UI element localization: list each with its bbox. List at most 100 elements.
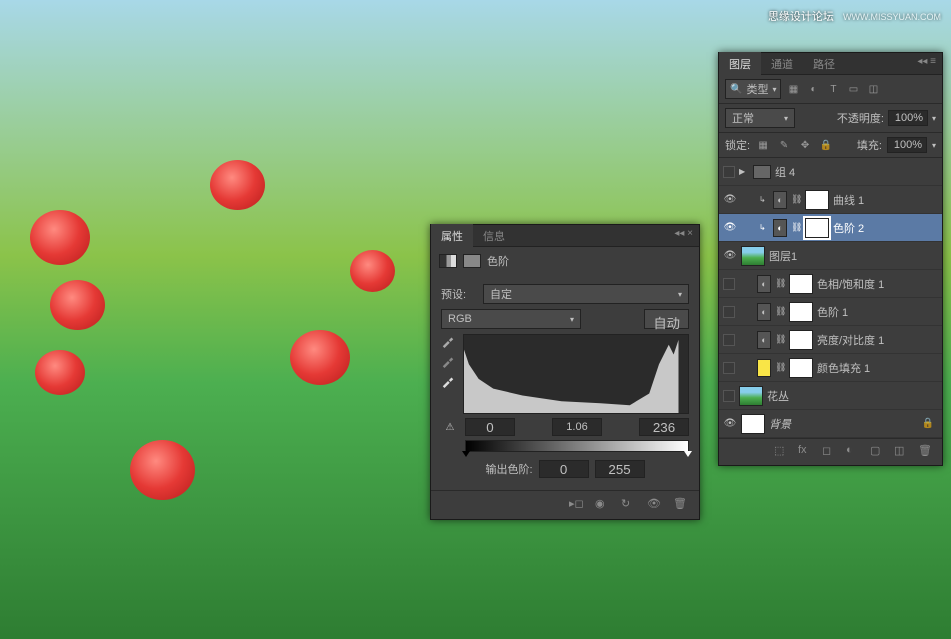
link-icon[interactable]: ⛓ [775, 362, 785, 373]
black-eyedropper-icon[interactable] [441, 334, 457, 350]
rose-decoration [130, 440, 195, 500]
blend-mode-select[interactable]: 正常 ▾ [725, 108, 795, 128]
output-gradient[interactable] [465, 440, 689, 452]
visibility-checkbox[interactable] [723, 166, 735, 178]
auto-button[interactable]: 自动 [644, 309, 689, 329]
gray-eyedropper-icon[interactable] [441, 354, 457, 370]
link-icon[interactable]: ⛓ [791, 222, 801, 233]
visibility-eye-icon[interactable]: 👁 [723, 417, 737, 431]
chevron-down-icon: ▾ [570, 315, 574, 324]
filter-type-icon[interactable]: T [825, 82, 841, 96]
visibility-checkbox[interactable] [723, 306, 735, 318]
new-layer-icon[interactable]: ◫ [894, 444, 910, 460]
visibility-eye-icon[interactable]: 👁 [723, 249, 737, 263]
layer-name[interactable]: 色阶 1 [817, 304, 938, 320]
tab-channels[interactable]: 通道 [761, 52, 803, 76]
link-icon[interactable]: ⛓ [775, 334, 785, 345]
visibility-checkbox[interactable] [723, 334, 735, 346]
filter-shape-icon[interactable]: ▭ [845, 82, 861, 96]
adjustment-header: 色阶 [431, 247, 699, 275]
mask-thumbnail[interactable] [805, 218, 829, 238]
layer-background[interactable]: 👁 背景 🔒 [719, 410, 942, 438]
preset-select[interactable]: 自定 ▾ [483, 284, 689, 304]
layer-name[interactable]: 曲线 1 [833, 192, 938, 208]
delete-layer-icon[interactable]: 🗑 [918, 444, 934, 460]
hue-sat-icon: ◐ [757, 275, 771, 293]
properties-footer: ▸◻ ◉ ↻ 👁 🗑 [431, 490, 699, 519]
layer-fill[interactable]: ⛓ 颜色填充 1 [719, 354, 942, 382]
tab-info[interactable]: 信息 [473, 224, 515, 248]
layer-thumbnail[interactable] [741, 246, 765, 266]
filter-kind-select[interactable]: 🔍 类型 ▾ [725, 79, 781, 99]
layer-adjustment[interactable]: 👁 ↳ ◐ ⛓ 曲线 1 [719, 186, 942, 214]
output-white-field[interactable] [595, 460, 645, 478]
trash-icon[interactable]: 🗑 [673, 497, 689, 513]
layer-adjustment[interactable]: ◐ ⛓ 色阶 1 [719, 298, 942, 326]
tab-paths[interactable]: 路径 [803, 52, 845, 76]
visibility-checkbox[interactable] [723, 390, 735, 402]
mask-thumbnail[interactable] [789, 358, 813, 378]
white-slider-handle[interactable] [684, 451, 692, 457]
input-black-field[interactable] [465, 418, 515, 436]
tab-properties[interactable]: 属性 [431, 224, 473, 248]
layer-image[interactable]: 👁 图层1 [719, 242, 942, 270]
layer-name[interactable]: 色阶 2 [833, 220, 938, 236]
input-white-field[interactable] [639, 418, 689, 436]
filter-adjustment-icon[interactable]: ◐ [805, 82, 821, 96]
add-mask-icon[interactable]: ◻ [822, 444, 838, 460]
filter-smart-icon[interactable]: ◫ [865, 82, 881, 96]
clip-warning-icon[interactable]: ⚠ [441, 422, 459, 433]
histogram[interactable] [463, 334, 689, 414]
new-group-icon[interactable]: ▢ [870, 444, 886, 460]
layer-name[interactable]: 组 4 [775, 164, 938, 180]
visibility-icon[interactable]: 👁 [647, 497, 663, 513]
channel-select[interactable]: RGB ▾ [441, 309, 581, 329]
new-adjustment-icon[interactable]: ◐ [846, 444, 862, 460]
layer-name[interactable]: 背景 [769, 416, 918, 432]
mask-thumbnail[interactable] [789, 330, 813, 350]
tab-layers[interactable]: 图层 [719, 52, 761, 76]
mask-thumbnail[interactable] [789, 274, 813, 294]
panel-menu-icon[interactable]: ◂◂ × [674, 228, 693, 239]
visibility-checkbox[interactable] [723, 278, 735, 290]
link-icon[interactable]: ⛓ [775, 278, 785, 289]
visibility-checkbox[interactable] [723, 362, 735, 374]
fill-field[interactable]: 100% [887, 137, 927, 153]
reset-icon[interactable]: ↻ [621, 497, 637, 513]
previous-state-icon[interactable]: ◉ [595, 497, 611, 513]
layer-thumbnail[interactable] [741, 414, 765, 434]
lock-transparency-icon[interactable]: ▦ [755, 138, 771, 152]
input-gamma-field[interactable]: 1.06 [552, 418, 602, 436]
mask-thumbnail[interactable] [805, 190, 829, 210]
layer-name[interactable]: 亮度/对比度 1 [817, 332, 938, 348]
layer-adjustment[interactable]: ◐ ⛓ 色相/饱和度 1 [719, 270, 942, 298]
link-icon[interactable]: ⛓ [791, 194, 801, 205]
link-layers-icon[interactable]: ⬚ [774, 444, 790, 460]
panel-menu-icon[interactable]: ◂◂ ≡ [917, 56, 936, 67]
opacity-field[interactable]: 100% [888, 110, 928, 126]
clip-to-layer-icon[interactable]: ▸◻ [569, 497, 585, 513]
lock-all-icon[interactable]: 🔒 [818, 138, 834, 152]
levels-icon [439, 254, 457, 268]
lock-pixels-icon[interactable]: ✎ [776, 138, 792, 152]
link-icon[interactable]: ⛓ [775, 306, 785, 317]
layer-name[interactable]: 花丛 [767, 388, 938, 404]
layer-adjustment[interactable]: ◐ ⛓ 亮度/对比度 1 [719, 326, 942, 354]
layer-thumbnail[interactable] [739, 386, 763, 406]
layer-group[interactable]: ▶ 组 4 [719, 158, 942, 186]
layer-name[interactable]: 色相/饱和度 1 [817, 276, 938, 292]
layer-name[interactable]: 颜色填充 1 [817, 360, 938, 376]
visibility-eye-icon[interactable]: 👁 [723, 193, 737, 207]
filter-pixel-icon[interactable]: ▦ [785, 82, 801, 96]
lock-position-icon[interactable]: ✥ [797, 138, 813, 152]
expand-icon[interactable]: ▶ [739, 167, 749, 176]
black-slider-handle[interactable] [462, 451, 470, 457]
layer-name[interactable]: 图层1 [769, 248, 938, 264]
visibility-eye-icon[interactable]: 👁 [723, 221, 737, 235]
layer-style-icon[interactable]: fx [798, 444, 814, 460]
output-black-field[interactable] [539, 460, 589, 478]
white-eyedropper-icon[interactable] [441, 374, 457, 390]
layer-adjustment-selected[interactable]: 👁 ↳ ◐ ⛓ 色阶 2 [719, 214, 942, 242]
layer-image[interactable]: 花丛 [719, 382, 942, 410]
mask-thumbnail[interactable] [789, 302, 813, 322]
